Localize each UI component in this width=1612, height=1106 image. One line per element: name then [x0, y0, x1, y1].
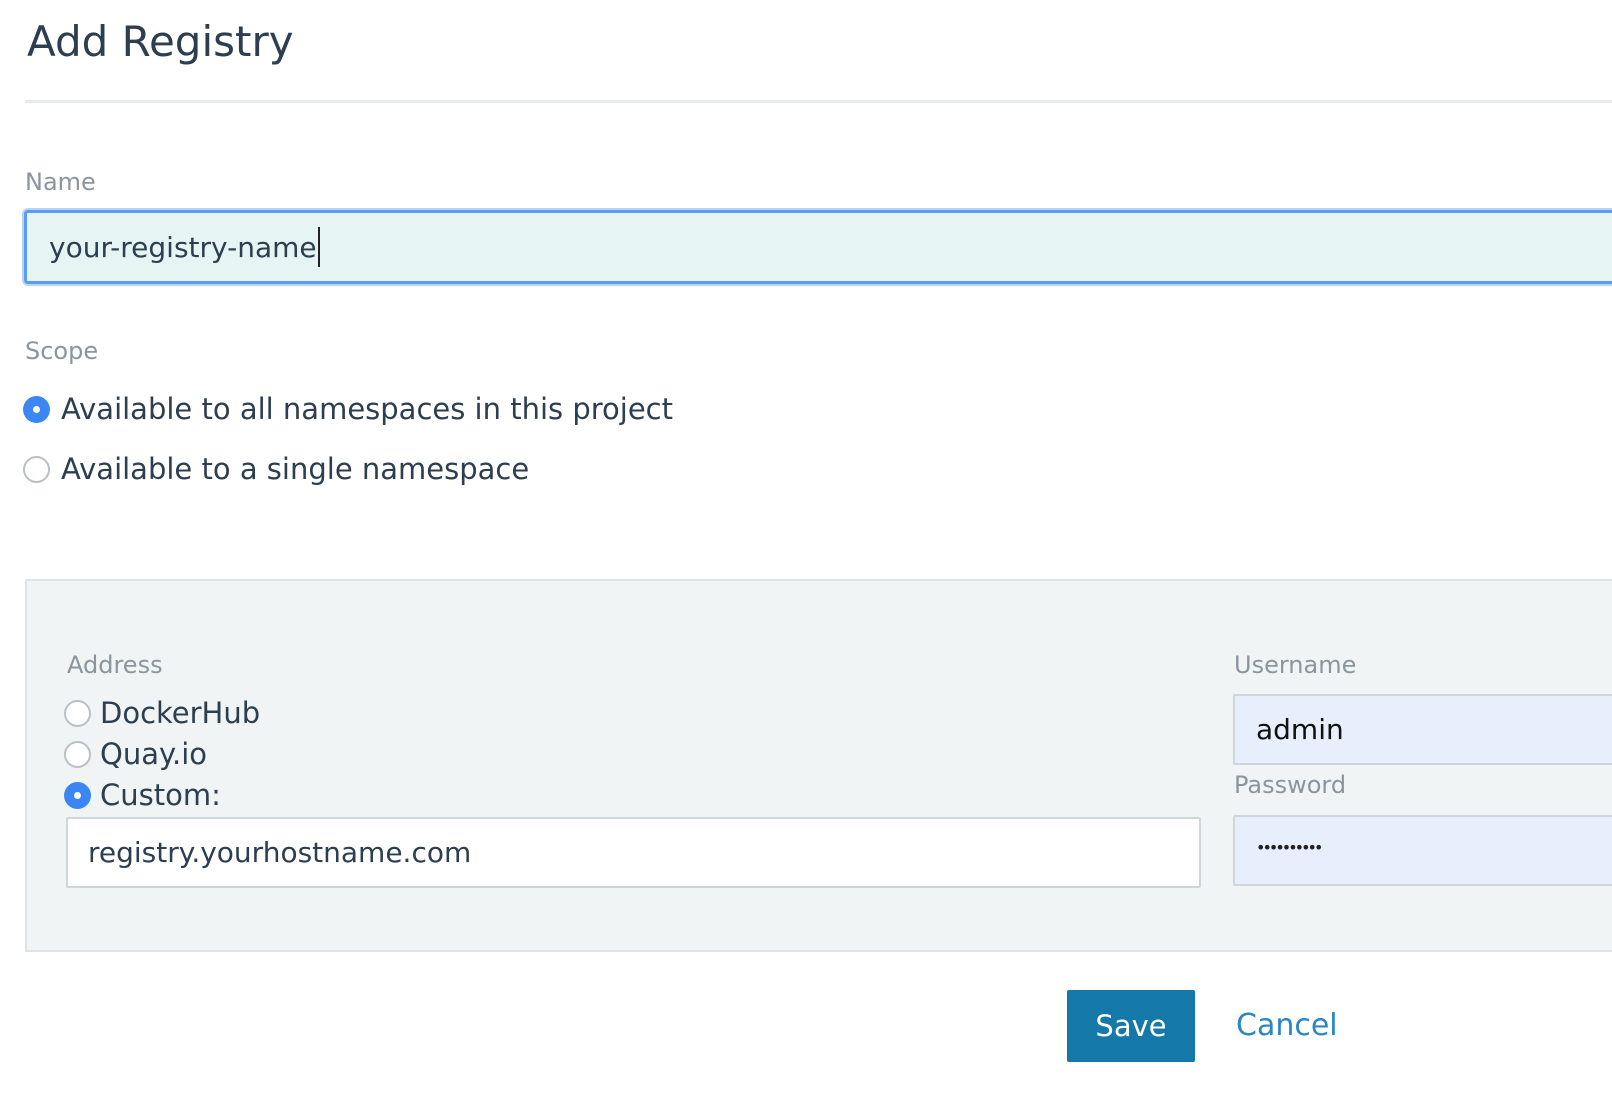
- radio-unchecked-icon[interactable]: [23, 455, 50, 483]
- radio-checked-icon[interactable]: [23, 395, 50, 423]
- username-value: admin: [1256, 713, 1344, 746]
- scope-option-all-namespaces[interactable]: Available to all namespaces in this proj…: [23, 392, 673, 426]
- password-mask: ••••••••••: [1256, 838, 1323, 857]
- address-option-label: Custom:: [100, 778, 221, 812]
- scope-option-label: Available to a single namespace: [61, 452, 530, 486]
- address-option-label: Quay.io: [100, 737, 208, 771]
- address-option-custom[interactable]: Custom:: [64, 778, 221, 812]
- username-label: Username: [1234, 651, 1357, 679]
- address-option-dockerhub[interactable]: DockerHub: [64, 696, 260, 730]
- registry-details-panel: [25, 579, 1612, 952]
- name-label: Name: [25, 168, 96, 196]
- name-input-value: your-registry-name: [49, 230, 317, 264]
- cancel-link[interactable]: Cancel: [1236, 1004, 1338, 1048]
- address-label: Address: [67, 651, 163, 679]
- password-input[interactable]: ••••••••••: [1233, 815, 1612, 886]
- username-input[interactable]: admin: [1233, 694, 1612, 765]
- password-label: Password: [1234, 771, 1347, 799]
- address-option-quay[interactable]: Quay.io: [64, 737, 207, 771]
- text-caret: [317, 227, 320, 267]
- address-option-label: DockerHub: [100, 696, 261, 730]
- radio-unchecked-icon[interactable]: [64, 699, 91, 727]
- save-button[interactable]: Save: [1067, 990, 1195, 1062]
- custom-address-input[interactable]: registry.yourhostname.com: [66, 817, 1201, 888]
- title-divider: [25, 100, 1612, 103]
- scope-option-label: Available to all namespaces in this proj…: [61, 392, 674, 426]
- radio-checked-icon[interactable]: [64, 781, 91, 809]
- name-input[interactable]: your-registry-name: [24, 210, 1612, 284]
- scope-label: Scope: [25, 337, 99, 365]
- scope-option-single-namespace[interactable]: Available to a single namespace: [23, 452, 529, 486]
- page-title: Add Registry: [27, 17, 294, 66]
- radio-unchecked-icon[interactable]: [64, 740, 91, 768]
- custom-address-value: registry.yourhostname.com: [88, 836, 472, 869]
